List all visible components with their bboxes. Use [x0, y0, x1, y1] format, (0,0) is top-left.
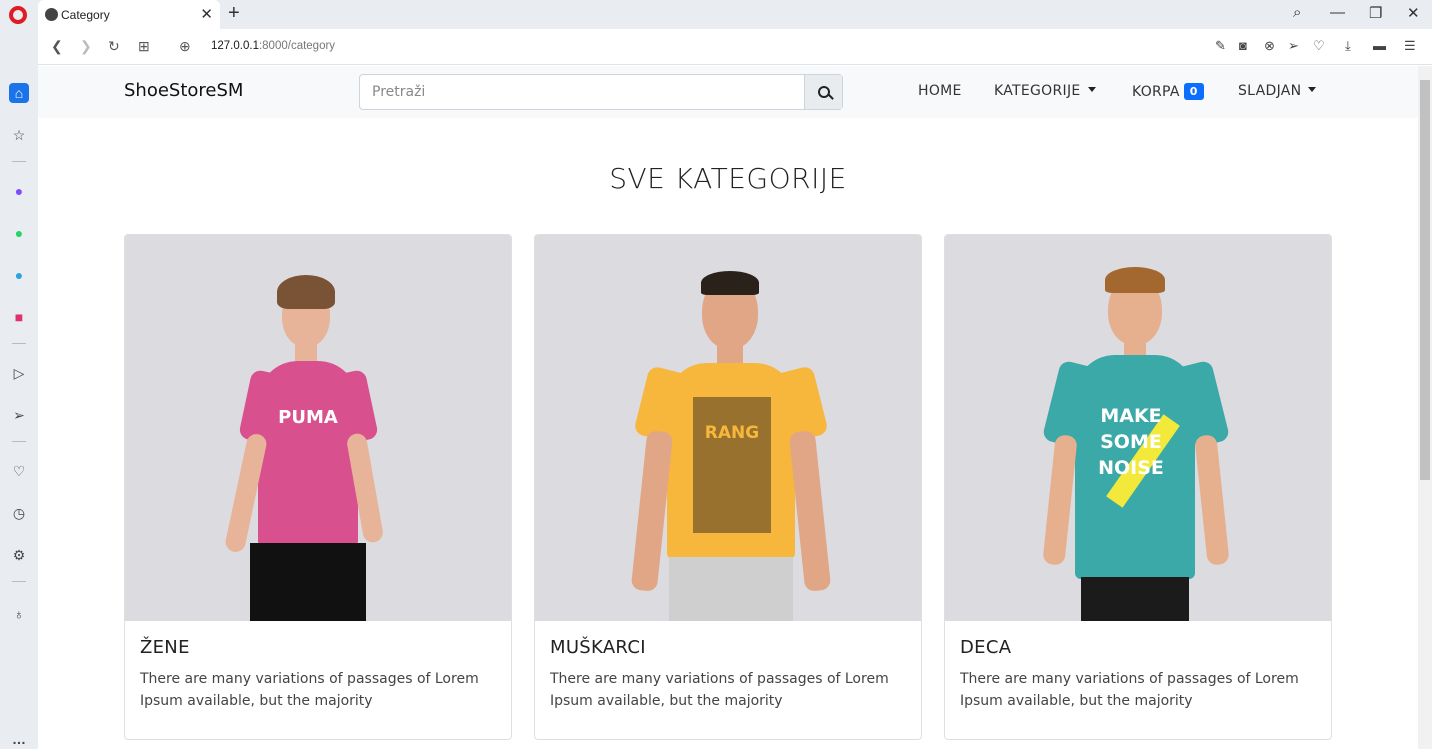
url-field[interactable]: 127.0.0.1:8000/category [211, 40, 335, 52]
nav-user-dropdown[interactable]: SLADJAN [1238, 83, 1317, 99]
category-image-deca[interactable]: MAKE SOME NOISE [945, 235, 1331, 621]
minimize-icon[interactable]: — [1330, 4, 1345, 21]
search-form [359, 74, 843, 110]
category-card-muskarci[interactable]: RANG MUŠKARCI There are many variations … [534, 234, 922, 740]
adblock-icon[interactable]: ⊗ [1264, 38, 1275, 54]
category-card-zene[interactable]: PUMA ŽENE There are many variations of p… [124, 234, 512, 740]
speed-dial-icon[interactable]: ☆ [9, 125, 29, 145]
telegram-icon[interactable]: ● [9, 265, 29, 285]
search-icon [817, 86, 830, 98]
model-pants [250, 543, 366, 621]
site-info-icon[interactable]: ⊕ [179, 38, 191, 55]
nav-categories-dropdown[interactable]: KATEGORIJE [994, 83, 1096, 99]
opera-sidebar: ⌂ ☆ ● ● ● ■ ▷ ➢ ♡ ◷ ⚙ ♁ … [0, 29, 38, 749]
model-hair [701, 271, 759, 295]
tips-lightbulb-icon[interactable]: ♁ [9, 604, 29, 624]
model-arm [1042, 434, 1078, 566]
messenger-icon[interactable]: ● [9, 181, 29, 201]
battery-icon[interactable]: ▬ [1373, 38, 1386, 53]
category-description: There are many variations of passages of… [140, 671, 479, 709]
bookmarks-icon[interactable]: ♡ [9, 461, 29, 481]
search-button[interactable] [804, 75, 842, 109]
page-viewport: ShoeStoreSM HOME KATEGORIJE KORPA0 SLADJ… [38, 66, 1418, 749]
browser-tab[interactable]: Category ✕ [38, 0, 220, 29]
site-navbar: ShoeStoreSM HOME KATEGORIJE KORPA0 SLADJ… [38, 66, 1418, 118]
close-window-icon[interactable]: ✕ [1407, 4, 1420, 22]
shirt-print: PUMA [278, 407, 338, 428]
reload-icon[interactable]: ↻ [108, 38, 120, 55]
sidebar-divider [12, 441, 26, 442]
category-image-zene[interactable]: PUMA [125, 235, 511, 621]
instagram-icon[interactable]: ■ [9, 307, 29, 327]
new-tab-icon[interactable]: + [228, 2, 240, 25]
url-host: 127.0.0.1 [211, 40, 259, 52]
category-name[interactable]: ŽENE [140, 637, 190, 658]
category-description: There are many variations of passages of… [550, 671, 889, 709]
page-title: SVE KATEGORIJE [609, 162, 847, 195]
category-description: There are many variations of passages of… [960, 671, 1299, 709]
nav-cart-label: KORPA [1132, 84, 1180, 100]
opera-logo-icon[interactable] [9, 6, 27, 24]
send-icon[interactable]: ➢ [1288, 38, 1299, 54]
scrollbar-thumb[interactable] [1420, 80, 1430, 480]
model-pants [1081, 577, 1189, 621]
close-tab-icon[interactable]: ✕ [200, 5, 213, 23]
sidebar-divider [12, 581, 26, 582]
edit-icon[interactable]: ✎ [1215, 38, 1226, 54]
model-arm [1194, 434, 1230, 566]
home-icon[interactable]: ⌂ [9, 83, 29, 103]
browser-titlebar: Category ✕ + ⌕ — ❐ ✕ [0, 0, 1432, 29]
category-name[interactable]: MUŠKARCI [550, 637, 646, 658]
model-pants [669, 557, 793, 621]
sidebar-divider [12, 161, 26, 162]
nav-home[interactable]: HOME [918, 83, 962, 99]
easy-setup-icon[interactable]: ☰ [1404, 38, 1416, 54]
page-scrollbar[interactable] [1418, 66, 1432, 749]
download-icon[interactable]: ⤓ [1345, 38, 1351, 54]
caret-down-icon [1087, 87, 1096, 92]
camera-icon[interactable]: ◙ [1239, 38, 1247, 53]
category-card-deca[interactable]: MAKE SOME NOISE DECA There are many vari… [944, 234, 1332, 740]
restore-icon[interactable]: ❐ [1369, 4, 1382, 22]
more-icon[interactable]: … [9, 729, 29, 749]
search-input[interactable] [360, 75, 806, 109]
url-path: :8000/category [258, 40, 336, 52]
shirt-print: MAKE SOME NOISE [1098, 405, 1164, 479]
player-icon[interactable]: ▷ [9, 363, 29, 383]
sidebar-divider [12, 343, 26, 344]
caret-down-icon [1308, 87, 1317, 92]
cart-count-badge: 0 [1183, 83, 1204, 100]
search-tabs-icon[interactable]: ⌕ [1293, 4, 1301, 21]
my-flow-icon[interactable]: ➢ [9, 405, 29, 425]
back-icon[interactable]: ❮ [51, 38, 63, 55]
category-name[interactable]: DECA [960, 637, 1011, 658]
model-hair [1105, 267, 1165, 293]
category-image-muskarci[interactable]: RANG [535, 235, 921, 621]
shirt-graphic [693, 397, 771, 533]
model-arm [788, 430, 832, 592]
history-icon[interactable]: ◷ [9, 503, 29, 523]
tab-title: Category [61, 8, 110, 22]
address-bar: ❮ ❯ ↻ ⊞ ⊕ 127.0.0.1:8000/category ✎ ◙ ⊗ … [38, 29, 1432, 65]
nav-categories-label: KATEGORIJE [994, 83, 1081, 99]
model-hair [277, 275, 335, 309]
nav-cart[interactable]: KORPA 0 [1132, 83, 1204, 100]
whatsapp-icon[interactable]: ● [9, 223, 29, 243]
shirt-print: RANG [704, 423, 760, 443]
nav-user-label: SLADJAN [1238, 83, 1302, 99]
heart-icon[interactable]: ♡ [1313, 38, 1325, 54]
globe-icon [45, 8, 58, 21]
forward-icon[interactable]: ❯ [80, 38, 92, 55]
brand-logo[interactable]: ShoeStoreSM [124, 80, 243, 101]
settings-icon[interactable]: ⚙ [9, 545, 29, 565]
tabs-grid-icon[interactable]: ⊞ [138, 38, 150, 55]
